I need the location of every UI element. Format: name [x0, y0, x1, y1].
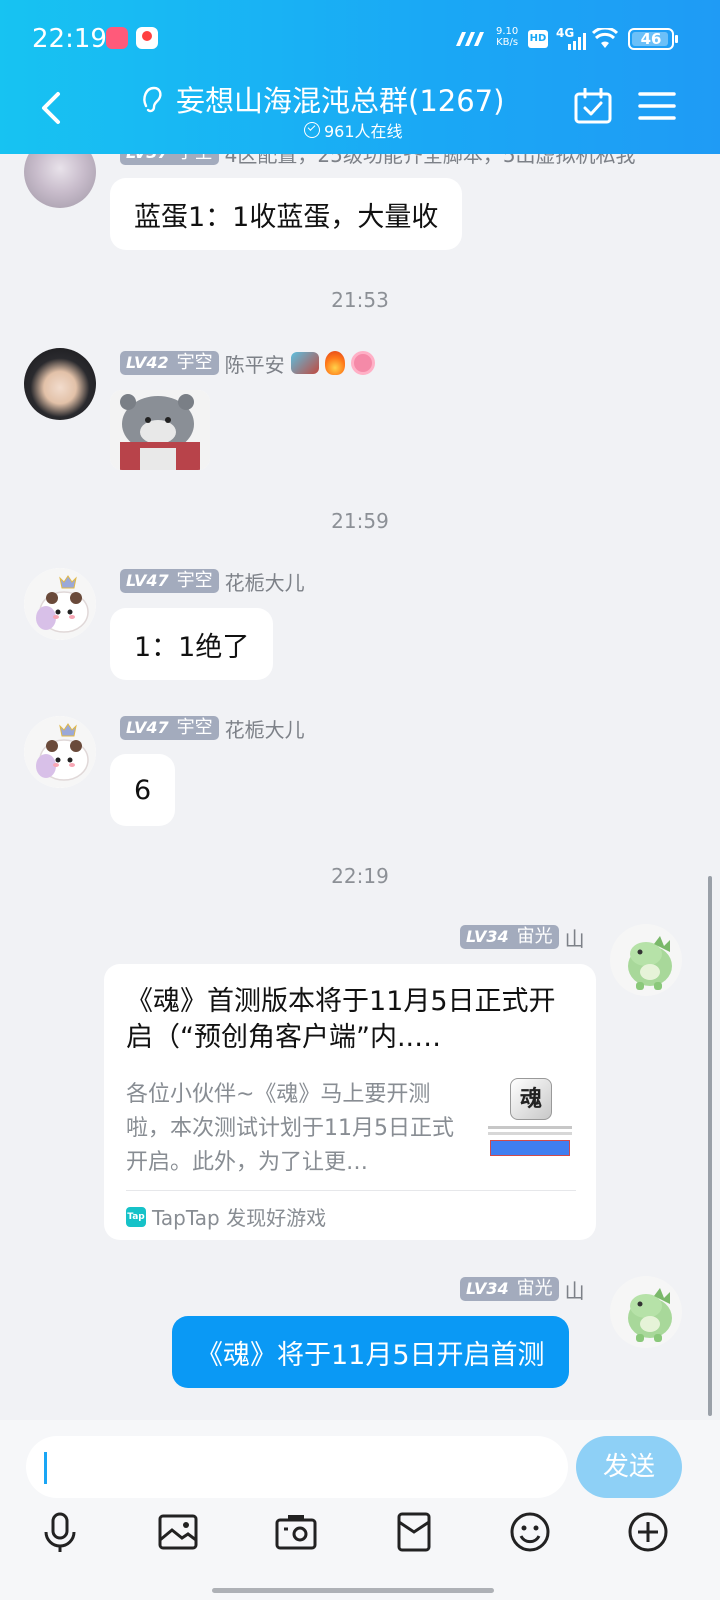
- online-count[interactable]: 961人在线: [304, 118, 403, 142]
- avatar[interactable]: [610, 924, 682, 996]
- home-indicator[interactable]: [212, 1588, 494, 1593]
- message-meta: LV47 宇空 花栀大儿: [120, 715, 305, 742]
- dragon-badge-icon: [290, 352, 319, 374]
- avatar[interactable]: [24, 716, 96, 788]
- fire-badge-icon: [324, 351, 345, 375]
- signal-icon: [568, 33, 586, 50]
- scrollbar[interactable]: [708, 876, 712, 1416]
- status-bar: 22:19 9.10 KB/s HD 4G 46: [0, 0, 720, 80]
- message-meta: LV42 宇空 陈平安: [120, 350, 375, 377]
- message-bubble[interactable]: 6: [110, 754, 176, 826]
- check-circle-icon: [304, 122, 320, 138]
- timestamp: 21:59: [331, 509, 389, 533]
- back-button[interactable]: [32, 86, 72, 130]
- smiley-badge-icon: [350, 351, 375, 375]
- battery-icon: 46: [628, 28, 678, 50]
- chat-header: 22:19 9.10 KB/s HD 4G 46 妄想山海混沌总群(1267) …: [0, 0, 720, 154]
- share-card[interactable]: 《魂》首测版本将于11月5日正式开启（“预创角客户端”内..… 各位小伙伴~《魂…: [104, 964, 596, 1240]
- message-bubble[interactable]: 1：1绝了: [110, 608, 274, 680]
- message-bubble[interactable]: 《魂》将于11月5日开启首测: [172, 1316, 569, 1388]
- camera-icon[interactable]: [274, 1510, 318, 1554]
- plus-icon[interactable]: [626, 1510, 670, 1554]
- card-source: Tap TapTap 发现好游戏: [126, 1206, 327, 1230]
- timestamp: 22:19: [331, 864, 389, 888]
- notification-app-icon: [136, 27, 158, 49]
- avatar[interactable]: [610, 1276, 682, 1348]
- status-time: 22:19: [32, 24, 107, 54]
- menu-button[interactable]: [638, 90, 676, 122]
- wifi-icon: [592, 28, 618, 48]
- microphone-icon[interactable]: [38, 1510, 82, 1554]
- sticker-image[interactable]: [110, 390, 210, 470]
- network-brand-icon: [456, 32, 484, 46]
- message-bubble[interactable]: 蓝蛋1：1收蓝蛋，大量收: [110, 178, 463, 250]
- text-caret: [44, 1452, 47, 1484]
- input-bar: 发送: [0, 1420, 720, 1500]
- image-icon[interactable]: [156, 1510, 200, 1554]
- timestamp: 21:53: [331, 288, 389, 312]
- taptap-icon: Tap: [126, 1206, 146, 1227]
- message-list[interactable]: LV37 宇空 4区配置，25级功能齐全脚本，5出虚拟机私我 蓝蛋1：1收蓝蛋，…: [0, 154, 720, 1420]
- divider: [126, 1190, 576, 1191]
- message-meta: LV34 宙光 山: [460, 1276, 585, 1303]
- hd-icon: HD: [528, 30, 548, 48]
- game-logo: 魂: [510, 1078, 552, 1120]
- send-button[interactable]: 发送: [576, 1436, 682, 1498]
- card-thumbnail: 魂: [484, 1074, 576, 1166]
- calendar-check-button[interactable]: [574, 88, 612, 124]
- emoji-icon[interactable]: [508, 1510, 552, 1554]
- input-toolbar: [0, 1500, 720, 1600]
- avatar[interactable]: [24, 348, 96, 420]
- avatar[interactable]: [24, 568, 96, 640]
- message-meta: LV34 宙光 山: [460, 924, 585, 951]
- ear-icon: [143, 86, 162, 113]
- red-packet-icon[interactable]: [392, 1510, 436, 1554]
- net-speed: 9.10 KB/s: [496, 26, 519, 48]
- card-description: 各位小伙伴~《魂》马上要开测啦，本次测试计划于11月5日正式开启。此外，为了让更…: [126, 1082, 454, 1175]
- notification-app-icon: [106, 27, 128, 49]
- avatar[interactable]: [24, 154, 96, 208]
- card-title: 《魂》首测版本将于11月5日正式开启（“预创角客户端”内..…: [126, 986, 556, 1053]
- group-title[interactable]: 妄想山海混沌总群(1267): [176, 78, 504, 120]
- message-meta: LV47 宇空 花栀大儿: [120, 568, 305, 595]
- message-meta: LV37 宇空 4区配置，25级功能齐全脚本，5出虚拟机私我: [120, 154, 636, 167]
- message-input[interactable]: [26, 1436, 568, 1498]
